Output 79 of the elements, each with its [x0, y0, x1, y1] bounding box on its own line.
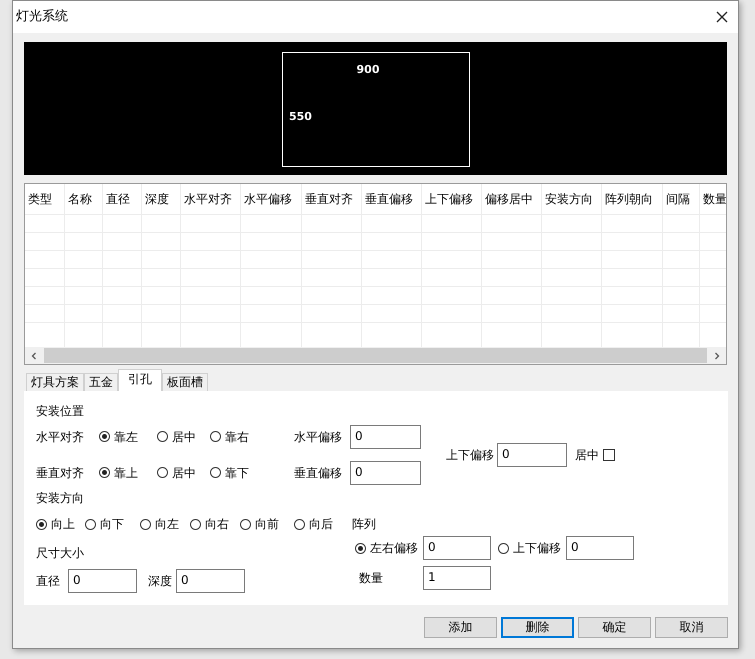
column-header[interactable]: 名称	[65, 184, 103, 214]
radio-option[interactable]: 向前	[240, 517, 294, 531]
radio-option[interactable]: 左右偏移	[355, 541, 423, 555]
section-title: 安装方向	[36, 491, 85, 505]
checkbox-label: 居中	[575, 448, 599, 462]
section-title: 阵列	[352, 517, 376, 531]
radio-option[interactable]: 向上	[36, 517, 85, 531]
field-label: 直径	[36, 574, 61, 588]
tab[interactable]: 灯具方案	[26, 373, 84, 391]
radio-circle[interactable]	[157, 431, 168, 442]
input-field[interactable]: 1	[423, 566, 491, 590]
section-title: 安装位置	[36, 404, 85, 418]
input-field[interactable]: 0	[497, 442, 567, 466]
column-header[interactable]: 阵列朝向	[602, 184, 663, 214]
input-field[interactable]: 0	[68, 569, 137, 593]
tab[interactable]: 板面槽	[162, 373, 208, 391]
close-icon[interactable]	[716, 11, 728, 23]
column-header[interactable]: 安装方向	[542, 184, 602, 214]
horizontal-scrollbar[interactable]	[25, 347, 726, 364]
input-field[interactable]: 0	[350, 424, 421, 448]
input-field[interactable]: 0	[566, 536, 634, 560]
column-header[interactable]: 垂直对齐	[302, 184, 362, 214]
radio-option[interactable]: 靠上	[99, 466, 157, 480]
scroll-right-icon[interactable]	[713, 352, 721, 360]
field-label: 深度	[148, 574, 173, 588]
input-field[interactable]: 0	[423, 536, 491, 560]
column-header[interactable]: 直径	[103, 184, 142, 214]
field-label: 上下偏移	[446, 448, 495, 462]
column-header[interactable]: 间隔	[663, 184, 700, 214]
column-header[interactable]: 上下偏移	[422, 184, 482, 214]
dimension-label: 900	[356, 63, 380, 76]
radio-circle[interactable]	[157, 467, 168, 478]
field-label: 水平偏移	[294, 430, 343, 444]
radio-circle[interactable]	[210, 431, 221, 442]
radio-circle[interactable]	[210, 467, 221, 478]
field-label: 数量	[358, 571, 384, 585]
scrollbar-thumb[interactable]	[44, 348, 707, 363]
column-header[interactable]: 类型	[25, 184, 65, 214]
dialog-button[interactable]: 确定	[578, 617, 651, 638]
radio-option[interactable]: 靠右	[210, 430, 294, 444]
radio-circle[interactable]	[498, 542, 509, 554]
checkbox[interactable]	[603, 448, 615, 460]
tab[interactable]: 引孔	[118, 369, 162, 391]
radio-circle[interactable]	[36, 518, 47, 530]
column-header[interactable]: 水平偏移	[241, 184, 302, 214]
dialog-button[interactable]: 添加	[424, 617, 497, 638]
radio-option[interactable]: 居中	[157, 430, 210, 444]
input-field[interactable]: 0	[176, 569, 245, 593]
radio-option[interactable]: 向下	[85, 517, 140, 531]
radio-circle[interactable]	[140, 518, 151, 530]
dimension-label: 550	[289, 110, 312, 123]
radio-circle[interactable]	[99, 467, 110, 478]
radio-option[interactable]: 居中	[157, 466, 210, 480]
radio-circle[interactable]	[190, 518, 201, 530]
radio-option[interactable]: 靠左	[99, 430, 157, 444]
column-header[interactable]: 偏移居中	[482, 184, 542, 214]
radio-option[interactable]: 向右	[190, 517, 240, 531]
radio-circle[interactable]	[355, 542, 366, 554]
dialog-button[interactable]: 取消	[655, 617, 728, 638]
column-header[interactable]: 水平对齐	[181, 184, 241, 214]
column-header[interactable]: 深度	[142, 184, 181, 214]
input-field[interactable]: 0	[350, 460, 421, 484]
dialog-button[interactable]: 删除	[501, 617, 574, 638]
section-title: 尺寸大小	[36, 546, 85, 560]
field-label: 垂直对齐	[36, 466, 85, 480]
window-title: 灯光系统	[16, 10, 68, 24]
radio-option[interactable]: 靠下	[210, 466, 294, 480]
field-label: 垂直偏移	[294, 466, 343, 480]
radio-circle[interactable]	[99, 431, 110, 442]
tab[interactable]: 五金	[84, 373, 118, 391]
radio-circle[interactable]	[240, 518, 251, 530]
column-header[interactable]: 垂直偏移	[362, 184, 422, 214]
radio-circle[interactable]	[85, 518, 96, 530]
radio-option[interactable]: 上下偏移	[498, 541, 566, 555]
radio-option[interactable]: 向后	[294, 517, 352, 531]
field-label: 水平对齐	[36, 430, 85, 444]
radio-option[interactable]: 向左	[140, 517, 190, 531]
scroll-left-icon[interactable]	[30, 352, 38, 360]
radio-circle[interactable]	[294, 518, 305, 530]
